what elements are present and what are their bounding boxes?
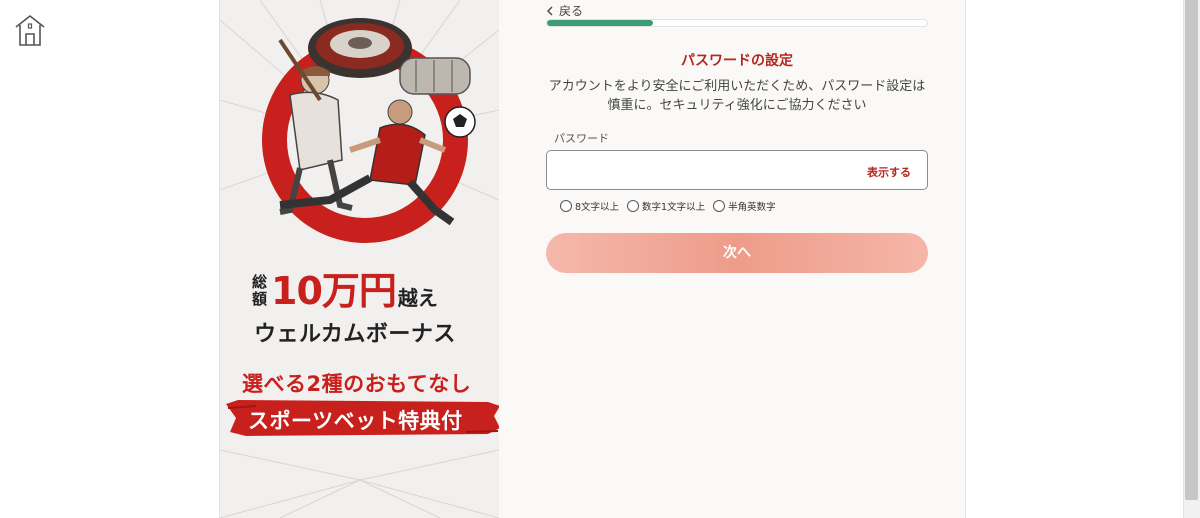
promo-banner: 総 額 10万円 越え ウェルカムボーナス 選べる2種のおもてなし スポーツベッ… [220,0,499,518]
promo-illustration [220,0,499,518]
vertical-scrollbar[interactable] [1183,0,1200,518]
bonus-prefix-1: 総 [252,273,268,291]
form-description: アカウントをより安全にご利用いただくため、パスワード設定は 慎重に。セキュリティ… [546,77,928,115]
password-rules: 8文字以上 数字1文字以上 半角英数字 [560,199,776,213]
ribbon-text: スポーツベット特典付 [248,409,463,433]
next-button[interactable]: 次へ [546,233,928,273]
password-field[interactable]: 表示する [546,150,928,190]
scrollbar-thumb[interactable] [1185,0,1198,500]
chevron-left-icon [547,6,553,15]
welcome-bonus-text: ウェルカムボーナス [254,322,456,347]
progress-fill [547,20,654,26]
rule-min-length: 8文字以上 [560,199,619,213]
description-line-1: アカウントをより安全にご利用いただくため、パスワード設定は [548,79,926,94]
show-password-button[interactable]: 表示する [867,164,911,180]
back-label: 戻る [559,4,584,18]
rule-check-icon [627,200,640,212]
bonus-headline: 総 額 10万円 越え [252,268,492,314]
rule-check-icon [713,200,726,212]
signup-panel: 総 額 10万円 越え ウェルカムボーナス 選べる2種のおもてなし スポーツベッ… [219,0,966,518]
description-line-2: 慎重に。セキュリティ強化にご協力ください [607,98,867,113]
rule-label: 半角英数字 [728,202,776,213]
rule-label: 数字1文字以上 [642,202,706,213]
rule-digit: 数字1文字以上 [627,199,705,213]
progress-bar [546,19,928,27]
bonus-prefix-2: 額 [252,290,268,308]
choice-text: 選べる2種のおもてなし [242,372,472,396]
rule-alphanumeric: 半角英数字 [713,199,776,213]
rule-check-icon [560,200,572,212]
form-title: パスワードの設定 [681,53,793,69]
rule-label: 8文字以上 [575,202,620,213]
page: 総 額 10万円 越え ウェルカムボーナス 選べる2種のおもてなし スポーツベッ… [0,0,1200,518]
home-icon[interactable] [12,12,48,48]
password-label: パスワード [554,132,609,145]
bonus-suffix: 越え [397,285,438,310]
back-button[interactable]: 戻る [546,2,583,19]
password-input[interactable] [557,159,847,181]
bonus-amount: 10万円 [271,269,397,313]
